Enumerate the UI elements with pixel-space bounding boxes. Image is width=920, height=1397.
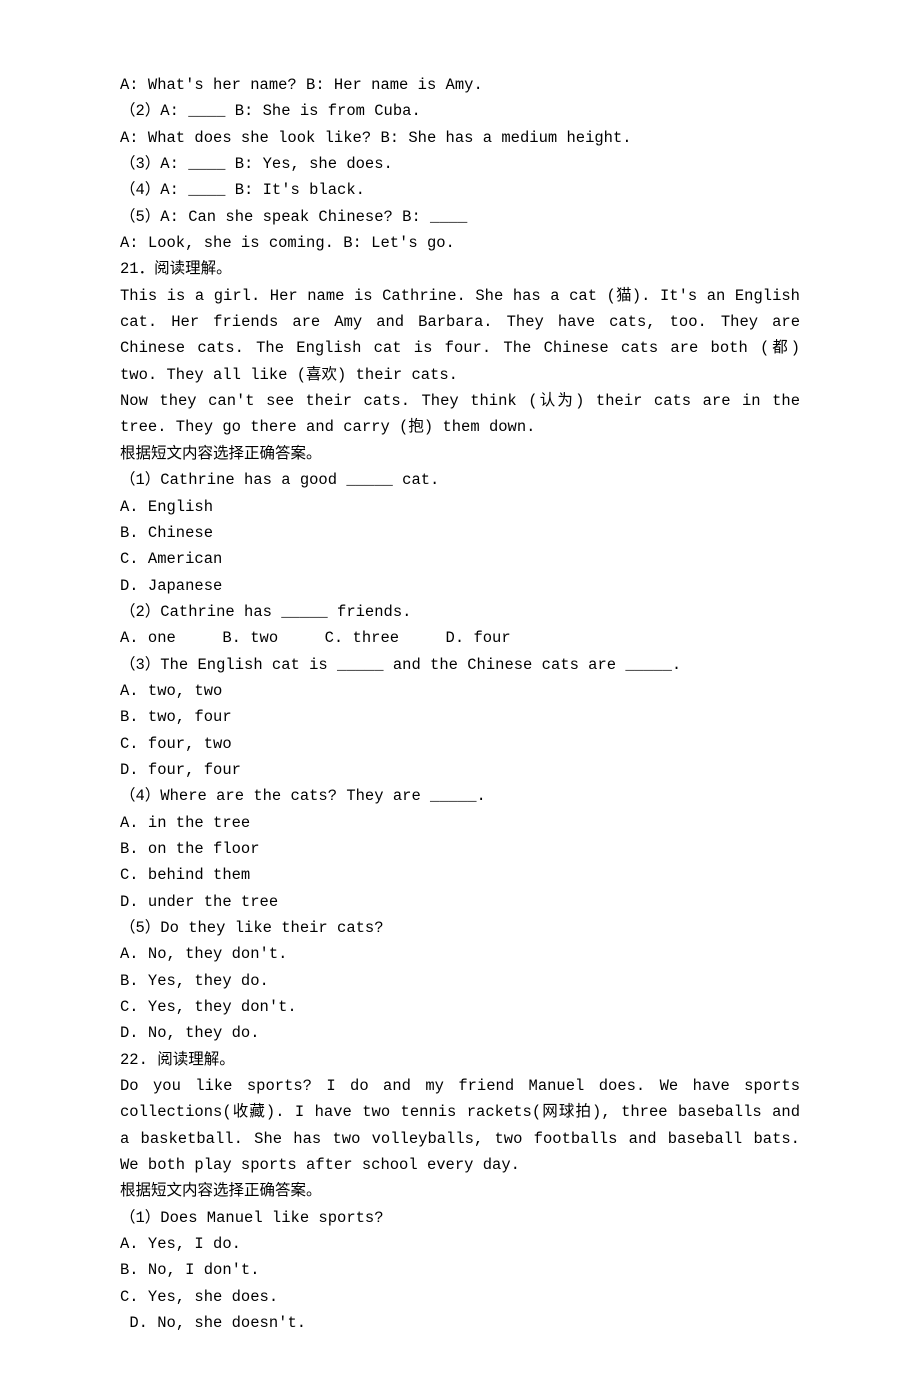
option-text: C. behind them <box>120 862 800 888</box>
option-text: D. Japanese <box>120 573 800 599</box>
option-text: B. two, four <box>120 704 800 730</box>
passage-text: Do you like sports? I do and my friend M… <box>120 1073 800 1178</box>
question-heading: 22. 阅读理解。 <box>120 1047 800 1073</box>
option-text: B. Chinese <box>120 520 800 546</box>
question-heading: 21．阅读理解。 <box>120 256 800 282</box>
option-text: A. in the tree <box>120 810 800 836</box>
question-text: （1）Does Manuel like sports? <box>120 1205 800 1231</box>
option-text: D. four, four <box>120 757 800 783</box>
document-page: A: What's her name? B: Her name is Amy. … <box>0 0 920 1397</box>
text-line: （2）A: ____ B: She is from Cuba. <box>120 98 800 124</box>
question-text: （5）Do they like their cats? <box>120 915 800 941</box>
instruction-text: 根据短文内容选择正确答案。 <box>120 1178 800 1204</box>
text-line: （4）A: ____ B: It's black. <box>120 177 800 203</box>
option-text: A. English <box>120 494 800 520</box>
question-text: （3）The English cat is _____ and the Chin… <box>120 652 800 678</box>
text-line: （3）A: ____ B: Yes, she does. <box>120 151 800 177</box>
passage-text: This is a girl. Her name is Cathrine. Sh… <box>120 283 800 388</box>
option-text: A. two, two <box>120 678 800 704</box>
option-text: D. No, they do. <box>120 1020 800 1046</box>
option-text: D. under the tree <box>120 889 800 915</box>
question-text: （2）Cathrine has _____ friends. <box>120 599 800 625</box>
text-line: A: What does she look like? B: She has a… <box>120 125 800 151</box>
option-text: A. No, they don't. <box>120 941 800 967</box>
option-text: C. American <box>120 546 800 572</box>
text-line: （5）A: Can she speak Chinese? B: ____ <box>120 204 800 230</box>
option-text: B. No, I don't. <box>120 1257 800 1283</box>
option-text: B. Yes, they do. <box>120 968 800 994</box>
option-text: D. No, she doesn't. <box>120 1310 800 1336</box>
option-text: A. Yes, I do. <box>120 1231 800 1257</box>
question-text: （1）Cathrine has a good _____ cat. <box>120 467 800 493</box>
option-text: C. four, two <box>120 731 800 757</box>
option-text: C. Yes, they don't. <box>120 994 800 1020</box>
text-line: A: Look, she is coming. B: Let's go. <box>120 230 800 256</box>
passage-text: Now they can't see their cats. They thin… <box>120 388 800 441</box>
option-text: C. Yes, she does. <box>120 1284 800 1310</box>
question-text: （4）Where are the cats? They are _____. <box>120 783 800 809</box>
option-text: B. on the floor <box>120 836 800 862</box>
instruction-text: 根据短文内容选择正确答案。 <box>120 441 800 467</box>
text-line: A: What's her name? B: Her name is Amy. <box>120 72 800 98</box>
option-text: A. one B. two C. three D. four <box>120 625 800 651</box>
